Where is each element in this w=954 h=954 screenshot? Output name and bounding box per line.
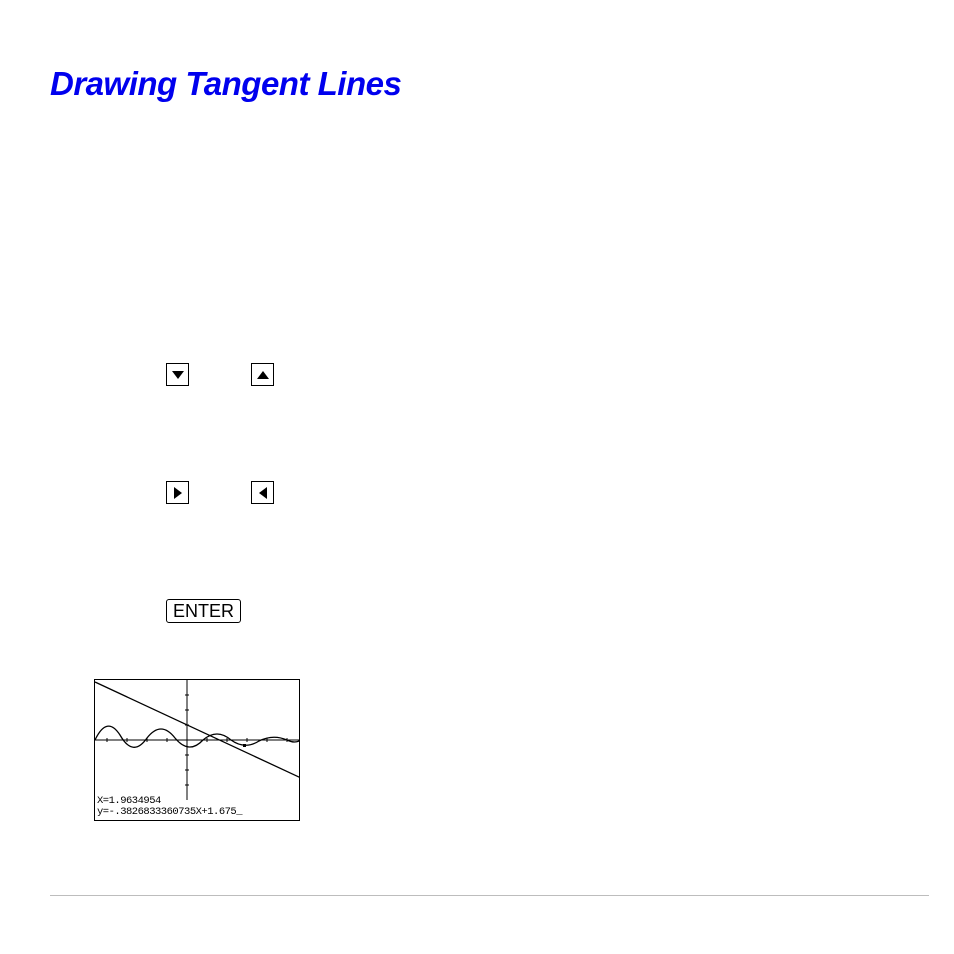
footer-divider [50,895,929,896]
down-arrow-key [166,363,189,386]
calculator-screenshot: X=1.9634954 y=-.3826833360735X+1.675_ [94,679,300,821]
enter-key: ENTER [166,599,241,623]
left-arrow-key [251,481,274,504]
right-arrow-key [166,481,189,504]
instruction-block: ENTER [166,363,904,623]
calculator-readout: X=1.9634954 y=-.3826833360735X+1.675_ [97,796,242,818]
up-arrow-key [251,363,274,386]
page-title: Drawing Tangent Lines [50,65,904,103]
